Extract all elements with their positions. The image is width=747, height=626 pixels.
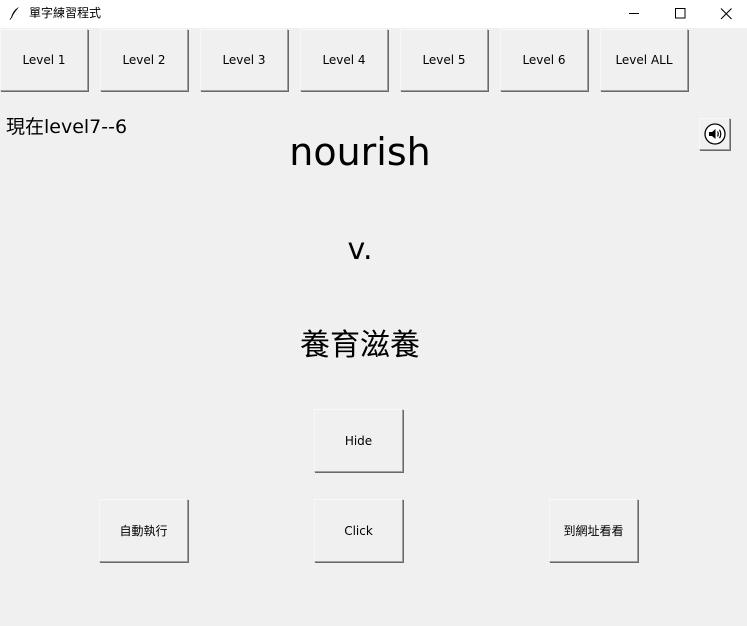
level-4-button[interactable]: Level 4 — [300, 29, 388, 91]
title-bar[interactable]: 單字練習程式 — [0, 0, 747, 28]
click-button[interactable]: Click — [314, 499, 403, 562]
level-1-button[interactable]: Level 1 — [0, 29, 88, 91]
word-meaning: 養育滋養 — [300, 328, 420, 363]
vocab-word: nourish — [289, 130, 431, 174]
current-level-label: 現在level7--6 — [6, 116, 128, 138]
app-window: 單字練習程式 Level 1 Level 2 Level 3 Level 4 L… — [0, 0, 747, 626]
auto-run-button[interactable]: 自動執行 — [99, 499, 188, 562]
open-url-button[interactable]: 到網址看看 — [549, 499, 638, 562]
feather-icon — [9, 7, 19, 20]
level-6-button[interactable]: Level 6 — [500, 29, 588, 91]
minimize-button[interactable] — [611, 0, 657, 28]
level-5-button[interactable]: Level 5 — [400, 29, 488, 91]
maximize-button[interactable] — [657, 0, 703, 28]
close-button[interactable] — [703, 0, 747, 28]
close-icon — [720, 8, 732, 20]
maximize-icon — [675, 8, 686, 19]
speaker-icon — [703, 123, 726, 145]
play-sound-button[interactable] — [699, 118, 730, 150]
level-3-button[interactable]: Level 3 — [200, 29, 288, 91]
level-all-button[interactable]: Level ALL — [600, 29, 688, 91]
window-title: 單字練習程式 — [29, 6, 102, 20]
level-2-button[interactable]: Level 2 — [100, 29, 188, 91]
part-of-speech: v. — [347, 232, 373, 267]
hide-button[interactable]: Hide — [314, 409, 403, 472]
minimize-icon — [629, 13, 639, 14]
